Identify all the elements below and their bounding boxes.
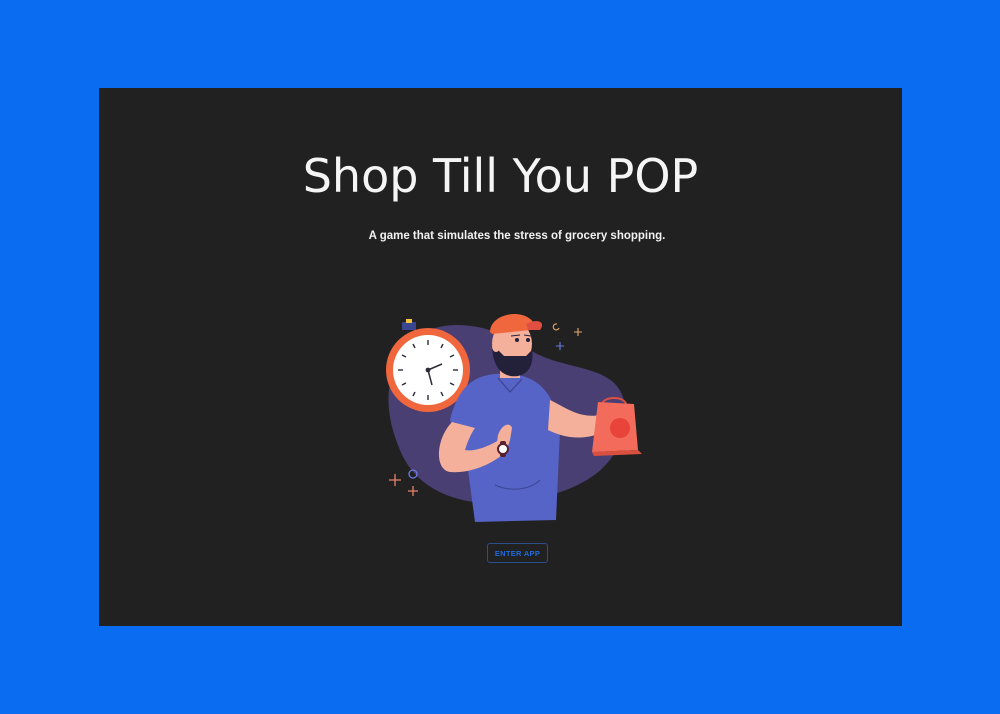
page-title: Shop Till You POP <box>302 149 699 203</box>
enter-app-button[interactable]: ENTER APP <box>487 543 548 563</box>
shopper-illustration <box>386 314 642 522</box>
cap-icon <box>490 314 543 334</box>
page-subtitle: A game that simulates the stress of groc… <box>368 230 666 242</box>
sparkle-top-icon <box>552 323 582 350</box>
shopping-bag-icon <box>592 397 642 456</box>
